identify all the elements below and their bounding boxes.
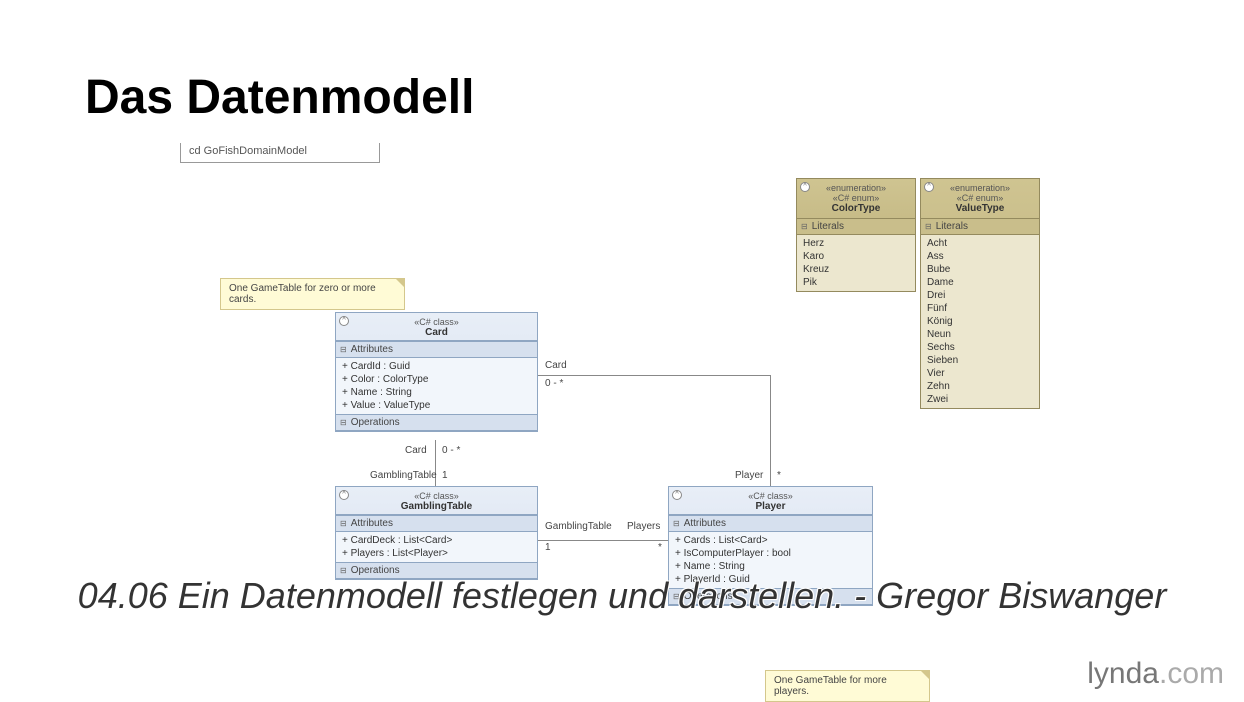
- assoc-label: Players: [627, 521, 660, 532]
- colortype-body: Herz Karo Kreuz Pik: [797, 235, 915, 291]
- valuetype-stereo2: «C# enum»: [925, 193, 1035, 203]
- assoc-label: Card: [405, 445, 427, 456]
- collapse-icon[interactable]: ^: [924, 182, 934, 192]
- enum-colortype: ^ «enumeration» «C# enum» ColorType Lite…: [796, 178, 916, 292]
- brand-part1: lynda: [1087, 657, 1159, 690]
- attr-row: + Players : List<Player>: [342, 547, 531, 560]
- collapse-icon[interactable]: ^: [339, 316, 349, 326]
- attr-row: + CardId : Guid: [342, 360, 531, 373]
- assoc-label: *: [658, 542, 662, 553]
- literal-row: Drei: [927, 289, 1033, 302]
- player-attributes-header[interactable]: Attributes: [669, 515, 872, 532]
- literal-row: Neun: [927, 328, 1033, 341]
- collapse-icon[interactable]: ^: [800, 182, 810, 192]
- diagram-tab: cd GoFishDomainModel: [180, 143, 380, 163]
- card-attributes-header[interactable]: Attributes: [336, 341, 537, 358]
- collapse-icon[interactable]: ^: [672, 490, 682, 500]
- gamblingtable-stereotype: «C# class»: [340, 491, 533, 501]
- literal-row: Zehn: [927, 380, 1033, 393]
- assoc-label: 0 - *: [442, 445, 460, 456]
- class-gamblingtable: ^ «C# class» GamblingTable Attributes + …: [335, 486, 538, 580]
- literal-row: Sieben: [927, 354, 1033, 367]
- literal-row: Zwei: [927, 393, 1033, 406]
- valuetype-stereo1: «enumeration»: [925, 183, 1035, 193]
- attr-row: + IsComputerPlayer : bool: [675, 547, 866, 560]
- literal-row: Dame: [927, 276, 1033, 289]
- gamblingtable-name: GamblingTable: [340, 501, 533, 512]
- assoc-label: 0 - *: [545, 378, 563, 389]
- literal-row: Ass: [927, 250, 1033, 263]
- enum-valuetype: ^ «enumeration» «C# enum» ValueType Lite…: [920, 178, 1040, 409]
- literal-row: Bube: [927, 263, 1033, 276]
- player-name: Player: [673, 501, 868, 512]
- literal-row: Herz: [803, 237, 909, 250]
- literal-row: König: [927, 315, 1033, 328]
- valuetype-body: Acht Ass Bube Dame Drei Fünf König Neun …: [921, 235, 1039, 408]
- note-players: One GameTable for more players.: [765, 670, 930, 702]
- literal-row: Karo: [803, 250, 909, 263]
- attr-row: + Color : ColorType: [342, 373, 531, 386]
- colortype-stereo2: «C# enum»: [801, 193, 911, 203]
- literal-row: Sechs: [927, 341, 1033, 354]
- connector-card-player-v: [770, 375, 771, 486]
- assoc-label: *: [777, 470, 781, 481]
- brand-part2: .com: [1159, 657, 1224, 690]
- gamblingtable-attributes-body: + CardDeck : List<Card> + Players : List…: [336, 532, 537, 562]
- assoc-label: Card: [545, 360, 567, 371]
- attr-row: + Value : ValueType: [342, 399, 531, 412]
- card-stereotype: «C# class»: [340, 317, 533, 327]
- literal-row: Pik: [803, 276, 909, 289]
- assoc-label: GamblingTable: [545, 521, 612, 532]
- assoc-label: 1: [545, 542, 551, 553]
- colortype-literals-header[interactable]: Literals: [797, 219, 915, 235]
- colortype-name: ColorType: [801, 203, 911, 214]
- valuetype-name: ValueType: [925, 203, 1035, 214]
- player-stereotype: «C# class»: [673, 491, 868, 501]
- colortype-stereo1: «enumeration»: [801, 183, 911, 193]
- literal-row: Vier: [927, 367, 1033, 380]
- attr-row: + Name : String: [675, 560, 866, 573]
- subtitle-caption: 04.06 Ein Datenmodell festlegen und dars…: [47, 575, 1197, 617]
- class-card: ^ «C# class» Card Attributes + CardId : …: [335, 312, 538, 432]
- literal-row: Fünf: [927, 302, 1033, 315]
- attr-row: + Cards : List<Card>: [675, 534, 866, 547]
- note-cards: One GameTable for zero or more cards.: [220, 278, 405, 310]
- literal-row: Acht: [927, 237, 1033, 250]
- brand-logo: lynda.com: [1087, 657, 1224, 691]
- attr-row: + CardDeck : List<Card>: [342, 534, 531, 547]
- card-operations-header[interactable]: Operations: [336, 414, 537, 431]
- gamblingtable-attributes-header[interactable]: Attributes: [336, 515, 537, 532]
- collapse-icon[interactable]: ^: [339, 490, 349, 500]
- assoc-label: GamblingTable: [370, 470, 437, 481]
- connector-gambling-player: [538, 540, 668, 541]
- attr-row: + Name : String: [342, 386, 531, 399]
- assoc-label: Player: [735, 470, 763, 481]
- card-name: Card: [340, 327, 533, 338]
- assoc-label: 1: [442, 470, 448, 481]
- card-attributes-body: + CardId : Guid + Color : ColorType + Na…: [336, 358, 537, 414]
- connector-card-player-h: [538, 375, 770, 376]
- valuetype-literals-header[interactable]: Literals: [921, 219, 1039, 235]
- literal-row: Kreuz: [803, 263, 909, 276]
- page-title: Das Datenmodell: [85, 70, 474, 125]
